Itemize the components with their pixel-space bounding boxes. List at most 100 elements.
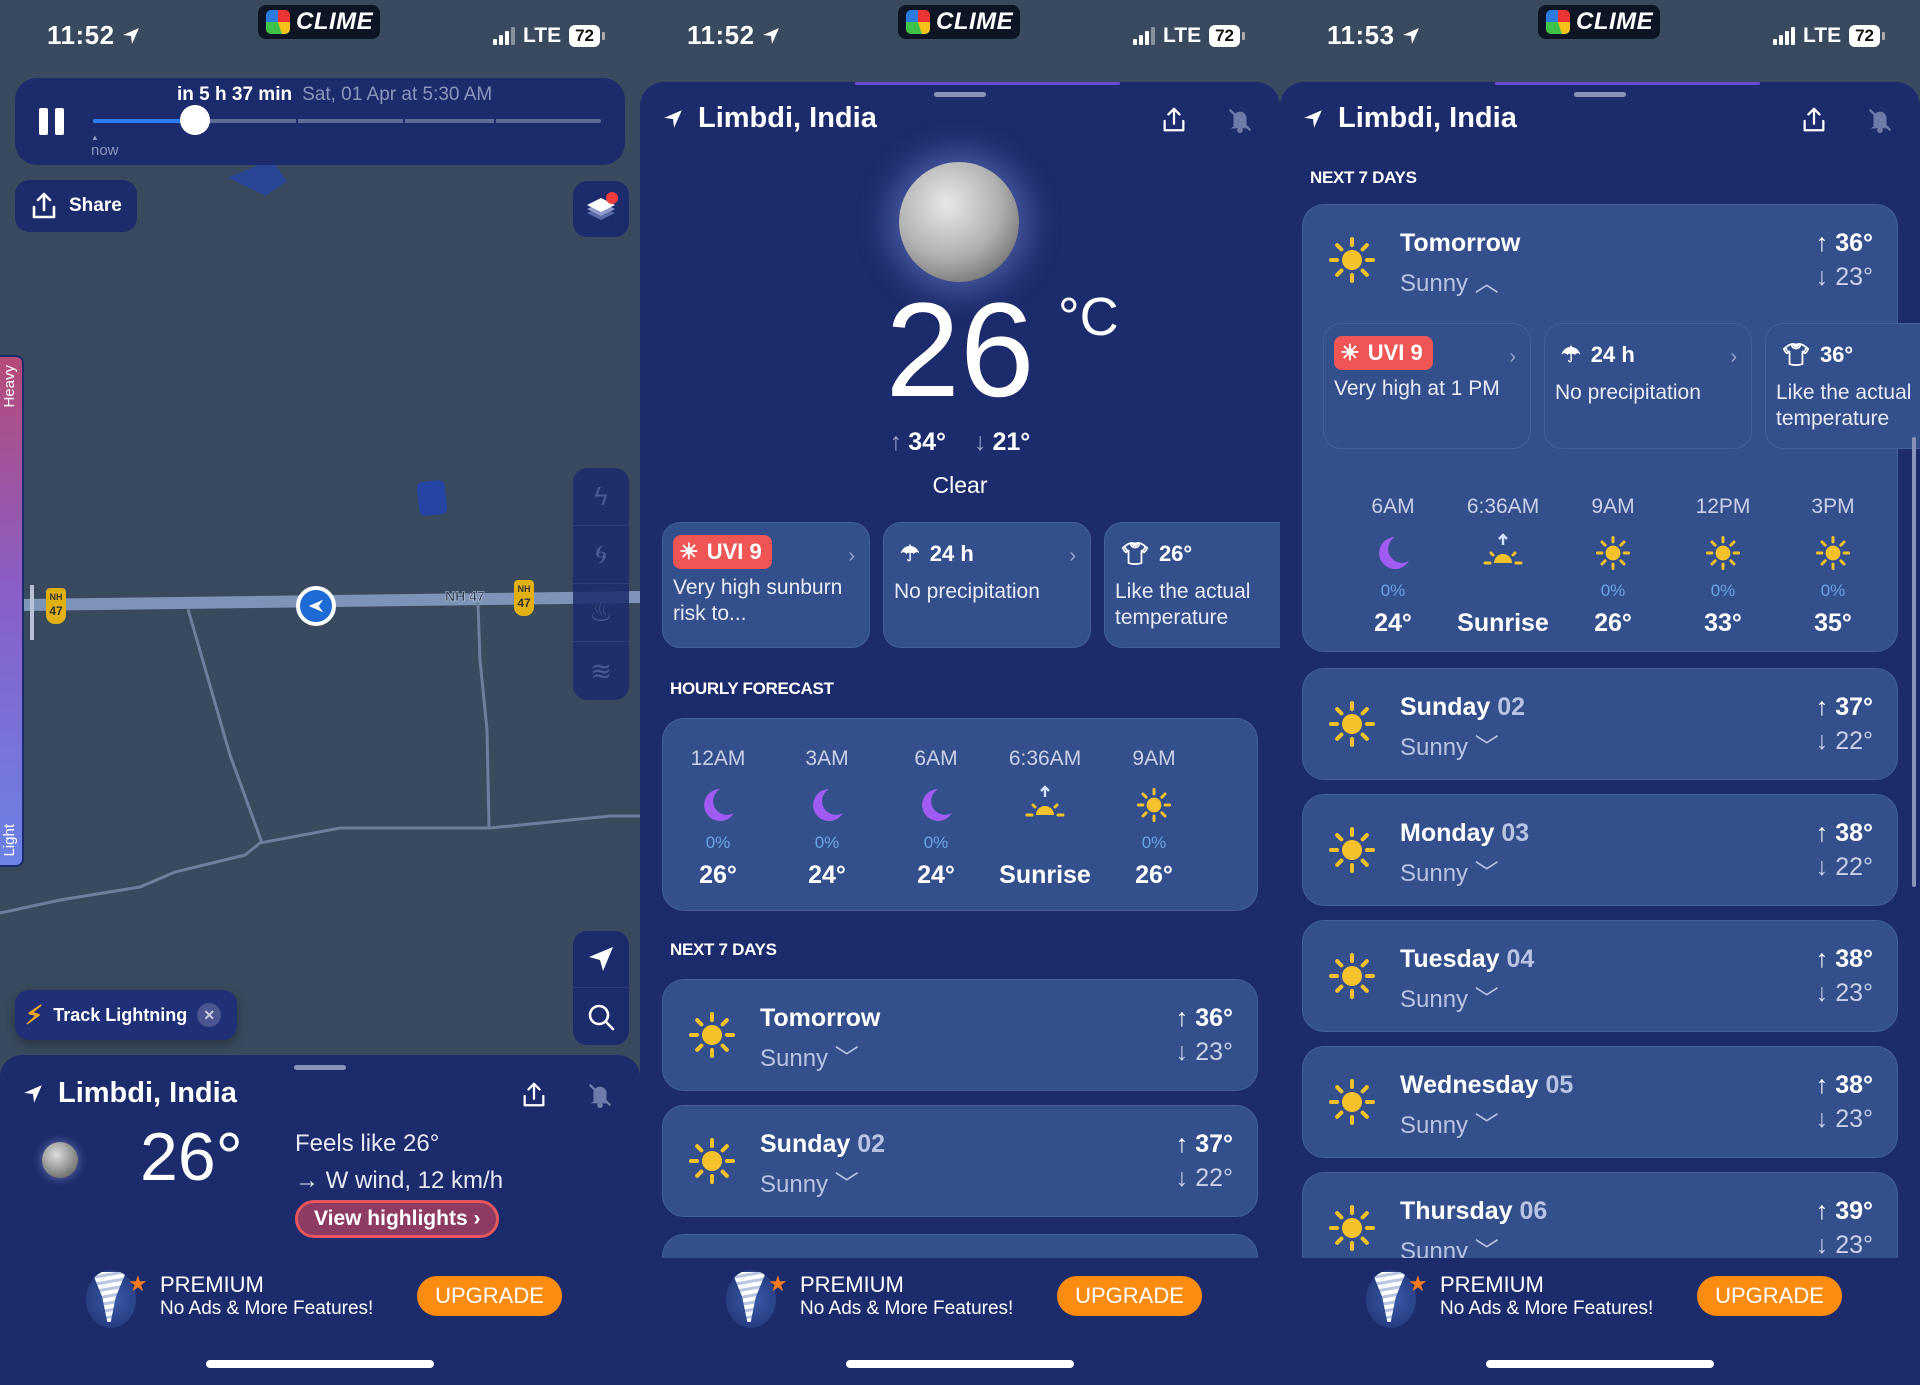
- wildfire-layer-button[interactable]: ♨: [573, 584, 629, 642]
- sun-icon: [1329, 827, 1375, 873]
- home-indicator[interactable]: [846, 1360, 1074, 1368]
- share-button[interactable]: [1798, 104, 1830, 136]
- chevron-down-icon[interactable]: ﹀: [1475, 860, 1499, 887]
- day-row-expanded[interactable]: Tomorrow Sunny ︿ ↑ 36° ↓ 23° ☀︎ UVI 9 › V…: [1302, 204, 1920, 652]
- close-icon[interactable]: ✕: [197, 1003, 222, 1027]
- precipitation-card[interactable]: ☂︎ 24 h › No precipitation: [883, 522, 1091, 648]
- share-button[interactable]: [518, 1079, 550, 1111]
- battery-icon: 72: [1209, 25, 1245, 47]
- umbrella-icon: ☂︎: [900, 541, 920, 566]
- chevron-down-icon[interactable]: ﹀: [1475, 734, 1499, 761]
- moon-icon: [704, 789, 734, 821]
- hour-temp: 24°: [808, 861, 846, 889]
- sheet-grabber[interactable]: [294, 1065, 346, 1070]
- weather-sheet[interactable]: Limbdi, India NEXT 7 DAYS Tomorrow Sunny…: [1280, 82, 1920, 1385]
- premium-subtitle: No Ads & More Features!: [800, 1298, 1014, 1319]
- day-row[interactable]: Tuesday 04 Sunny ﹀ ↑ 38° ↓ 23°: [1302, 920, 1898, 1032]
- location-arrow-icon: [589, 947, 613, 971]
- next-7-days-title: NEXT 7 DAYS: [670, 940, 777, 959]
- system-indicators: LTE 72: [1132, 24, 1245, 48]
- share-button[interactable]: [1158, 104, 1190, 136]
- user-location-marker[interactable]: [296, 586, 336, 626]
- notifications-off-button[interactable]: [1224, 104, 1256, 136]
- sheet-grabber[interactable]: [1574, 92, 1626, 97]
- home-indicator[interactable]: [1486, 1360, 1714, 1368]
- sun-icon: [1705, 535, 1741, 571]
- highlight-cards: ☀︎ UVI 9 › Very high sunburn risk to... ☂…: [662, 522, 1280, 648]
- layers-icon: [587, 192, 618, 220]
- uv-card[interactable]: ☀︎ UVI 9 › Very high sunburn risk to...: [662, 522, 870, 648]
- chevron-down-icon[interactable]: ﹀: [1475, 986, 1499, 1013]
- day-row[interactable]: Sunday 02 Sunny ﹀ ↑ 37° ↓ 22°: [662, 1105, 1258, 1217]
- status-time: 11:53: [1327, 20, 1421, 51]
- signal-icon: [1772, 27, 1795, 45]
- share-icon: [523, 1082, 545, 1107]
- uv-card[interactable]: ☀︎ UVI 9 › Very high at 1 PM: [1323, 323, 1531, 449]
- day-condition: Sunny ﹀: [1400, 986, 1499, 1013]
- timeline-track[interactable]: [93, 119, 601, 123]
- day-condition: Sunny ﹀: [760, 1045, 859, 1072]
- precip-chance: 0%: [923, 833, 949, 852]
- feels-like-card[interactable]: 👕︎ 36° Like the actual temperature: [1765, 323, 1920, 449]
- feels-like-card[interactable]: 👕︎ 26° Like the actual temperature: [1104, 522, 1280, 648]
- star-icon: ★: [768, 1271, 788, 1296]
- sun-icon: [689, 1012, 735, 1058]
- timeline-slider-thumb[interactable]: [179, 105, 210, 135]
- track-lightning-chip[interactable]: ⚡︎ Track Lightning ✕: [15, 990, 237, 1040]
- chevron-down-icon[interactable]: ﹀: [1475, 1112, 1499, 1139]
- notifications-off-button[interactable]: [584, 1079, 616, 1111]
- pause-button[interactable]: [39, 108, 64, 135]
- location-services-icon: [1402, 27, 1419, 44]
- condition: Clear: [932, 472, 988, 498]
- sun-icon: [1329, 953, 1375, 999]
- network-type: LTE: [522, 24, 562, 47]
- hourly-forecast[interactable]: 12AM 0% 26° 3AM 0% 24° 6AM 0% 24° 6:36AM Sunrise 9A…: [662, 718, 1258, 911]
- hour-label: 6AM: [914, 747, 958, 770]
- upgrade-button[interactable]: UPGRADE: [417, 1276, 562, 1316]
- map-layers-button[interactable]: [573, 181, 629, 237]
- my-location-button[interactable]: [573, 931, 629, 988]
- wind-layer-button[interactable]: ≋: [573, 642, 629, 700]
- hurricane-layer-button[interactable]: 🌀︎: [573, 526, 629, 584]
- weather-sheet[interactable]: Limbdi, India 26 °C ↑ 34° ↓ 21° Clear ☀︎ UVI …: [640, 82, 1280, 1385]
- system-indicators: LTE 72: [492, 24, 605, 48]
- chevron-right-icon: ›: [1509, 346, 1516, 368]
- notifications-off-button[interactable]: [1864, 104, 1896, 136]
- hour-label: 6AM: [1371, 495, 1415, 518]
- uv-badge: ☀︎ UVI 9: [1334, 336, 1433, 370]
- day-low: ↓ 22°: [1815, 727, 1873, 755]
- sun-icon: [1329, 237, 1375, 283]
- chevron-down-icon[interactable]: ﹀: [835, 1171, 859, 1198]
- hour-label: 9AM: [1132, 747, 1176, 770]
- precipitation-card[interactable]: ☂︎ 24 h › No precipitation: [1544, 323, 1752, 449]
- sun-icon: [1815, 535, 1851, 571]
- precip-chance: 0%: [1380, 581, 1406, 600]
- day-name: Thursday 06: [1400, 1197, 1548, 1225]
- chevron-down-icon[interactable]: ﹀: [835, 1045, 859, 1072]
- scrollbar[interactable]: [1912, 437, 1916, 887]
- location-title: Limbdi, India: [22, 1077, 237, 1110]
- hour-temp: 35°: [1814, 609, 1852, 637]
- premium-title: PREMIUM: [800, 1272, 904, 1297]
- day-row[interactable]: Wednesday 05 Sunny ﹀ ↑ 38° ↓ 23°: [1302, 1046, 1898, 1158]
- premium-subtitle: No Ads & More Features!: [1440, 1298, 1654, 1319]
- share-button[interactable]: Share: [15, 180, 137, 232]
- search-button[interactable]: [573, 988, 629, 1045]
- day-row[interactable]: Tomorrow Sunny ﹀ ↑ 36° ↓ 23°: [662, 979, 1258, 1091]
- day-high: ↑ 38°: [1815, 819, 1873, 847]
- upgrade-button[interactable]: UPGRADE: [1057, 1276, 1202, 1316]
- day-row[interactable]: Sunday 02 Sunny ﹀ ↑ 37° ↓ 22°: [1302, 668, 1898, 780]
- feels-like: Feels like 26°: [295, 1130, 440, 1157]
- chevron-up-icon[interactable]: ︿: [1475, 270, 1499, 297]
- day-name: Tomorrow: [1400, 229, 1521, 257]
- highlight-cards: ☀︎ UVI 9 › Very high at 1 PM ☂︎ 24 h › No …: [1323, 323, 1920, 449]
- lightning-layer-button[interactable]: ϟ: [573, 468, 629, 526]
- weather-details: Feels like 26° → W wind, 12 km/h: [295, 1125, 503, 1199]
- highway-shield: NH 47: [514, 580, 534, 616]
- upgrade-button[interactable]: UPGRADE: [1697, 1276, 1842, 1316]
- home-indicator[interactable]: [206, 1360, 434, 1368]
- sheet-grabber[interactable]: [934, 92, 986, 97]
- day-row[interactable]: Monday 03 Sunny ﹀ ↑ 38° ↓ 22°: [1302, 794, 1898, 906]
- day-hourly-forecast[interactable]: 6AM 0% 24° 6:36AM Sunrise 9AM 0% 26° 12PM 0% 33° 3P…: [1303, 467, 1897, 647]
- view-highlights-button[interactable]: View highlights ›: [295, 1200, 500, 1238]
